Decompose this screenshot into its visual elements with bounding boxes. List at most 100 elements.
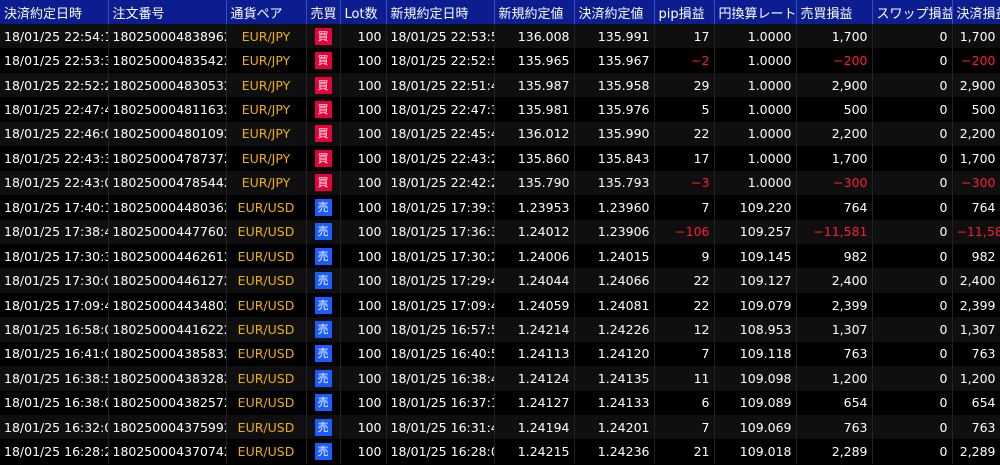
cell-settle: 1,700 [952, 146, 1000, 171]
cell-swap: 0 [872, 415, 953, 440]
cell-pl: 2,900 [796, 72, 873, 98]
cell-order-no: 1802500043759922 [108, 415, 227, 440]
col-pl[interactable]: 売買損益 [796, 0, 873, 24]
col-close-time[interactable]: 決済約定日時 [0, 0, 109, 24]
cell-settle: 763 [952, 341, 1000, 367]
cell-pip: 7 [654, 195, 715, 220]
col-rate[interactable]: 円換算レート [714, 0, 797, 24]
cell-close-time: 18/01/25 16:38:53 [0, 366, 109, 391]
table-row[interactable]: 18/01/25 17:38:441802500044776022EUR/USD… [0, 219, 1000, 244]
table-row[interactable]: 18/01/25 17:09:471802500044348022EUR/USD… [0, 292, 1000, 318]
cell-pair: EUR/USD [226, 195, 307, 220]
cell-side: 売 [306, 439, 341, 464]
table-row[interactable]: 18/01/25 16:32:081802500043759922EUR/USD… [0, 415, 1000, 440]
cell-lots: 100 [340, 195, 387, 220]
cell-close-time: 18/01/25 22:43:09 [0, 170, 109, 196]
cell-rate: 109.145 [714, 243, 797, 269]
cell-open-time: 18/01/25 22:45:45 [386, 121, 495, 147]
col-close-price[interactable]: 決済約定値 [574, 0, 655, 24]
cell-lots: 100 [340, 317, 387, 342]
cell-pair: EUR/USD [226, 415, 307, 440]
cell-open-time: 18/01/25 22:53:59 [386, 24, 495, 49]
table-row[interactable]: 18/01/25 16:28:241802500043707422EUR/USD… [0, 439, 1000, 464]
cell-close-time: 18/01/25 22:53:30 [0, 48, 109, 73]
buy-badge: 買 [314, 125, 332, 143]
cell-lots: 100 [340, 439, 387, 464]
table-row[interactable]: 18/01/25 22:52:271802500048305322EUR/JPY… [0, 72, 1000, 98]
table-row[interactable]: 18/01/25 17:30:391802500044626122EUR/USD… [0, 243, 1000, 269]
table-row[interactable]: 18/01/25 22:47:451802500048116322EUR/JPY… [0, 97, 1000, 122]
col-order-no[interactable]: 注文番号 [108, 0, 227, 24]
cell-pl: 763 [796, 415, 873, 440]
cell-open-price: 136.008 [494, 24, 575, 49]
col-side[interactable]: 売買 [306, 0, 341, 24]
col-swap[interactable]: スワップ損益 [872, 0, 953, 24]
cell-settle: 654 [952, 390, 1000, 415]
cell-side: 買 [306, 97, 341, 122]
cell-close-price: 1.24133 [574, 390, 655, 415]
cell-open-time: 18/01/25 22:52:52 [386, 48, 495, 73]
cell-settle: 2,399 [952, 292, 1000, 318]
cell-lots: 100 [340, 146, 387, 171]
cell-open-price: 136.012 [494, 121, 575, 147]
table-row[interactable]: 18/01/25 22:53:301802500048354222EUR/JPY… [0, 48, 1000, 73]
table-row[interactable]: 18/01/25 17:30:061802500044612722EUR/USD… [0, 268, 1000, 293]
cell-side: 買 [306, 48, 341, 73]
cell-pair: EUR/USD [226, 219, 307, 244]
cell-rate: 108.953 [714, 317, 797, 342]
col-open-time[interactable]: 新規約定日時 [386, 0, 495, 24]
table-row[interactable]: 18/01/25 16:38:531802500043832822EUR/USD… [0, 366, 1000, 391]
cell-order-no: 1802500044348022 [108, 292, 227, 318]
cell-pl: 982 [796, 243, 873, 269]
cell-settle: 2,900 [952, 72, 1000, 98]
cell-side: 売 [306, 243, 341, 269]
cell-close-price: 1.24120 [574, 341, 655, 367]
cell-order-no: 1802500048010922 [108, 121, 227, 147]
cell-side: 売 [306, 317, 341, 342]
cell-close-price: 1.24015 [574, 243, 655, 269]
header-row: 決済約定日時 注文番号 通貨ペア 売買 Lot数 新規約定日時 新規約定値 決済… [0, 0, 1000, 24]
table-row[interactable]: 18/01/25 22:46:091802500048010922EUR/JPY… [0, 121, 1000, 147]
cell-pip: 5 [654, 97, 715, 122]
col-open-price[interactable]: 新規約定値 [494, 0, 575, 24]
cell-open-time: 18/01/25 17:09:44 [386, 292, 495, 318]
col-lots[interactable]: Lot数 [340, 0, 387, 24]
cell-open-price: 1.24044 [494, 268, 575, 293]
table-row[interactable]: 18/01/25 22:43:341802500047873722EUR/JPY… [0, 146, 1000, 171]
table-row[interactable]: 18/01/25 16:41:081802500043858322EUR/USD… [0, 341, 1000, 367]
cell-close-price: 1.23906 [574, 219, 655, 244]
table-row[interactable]: 18/01/25 16:38:081802500043825722EUR/USD… [0, 390, 1000, 415]
cell-rate: 1.0000 [714, 146, 797, 171]
cell-rate: 109.127 [714, 268, 797, 293]
table-row[interactable]: 18/01/25 22:43:091802500047854422EUR/JPY… [0, 170, 1000, 196]
cell-pip: 22 [654, 121, 715, 147]
cell-settle: 1,307 [952, 317, 1000, 342]
cell-pip: 7 [654, 415, 715, 440]
cell-rate: 1.0000 [714, 170, 797, 196]
cell-close-time: 18/01/25 17:30:39 [0, 243, 109, 269]
cell-order-no: 1802500047854422 [108, 170, 227, 196]
buy-badge: 買 [314, 76, 332, 94]
cell-open-time: 18/01/25 16:38:47 [386, 366, 495, 391]
table-row[interactable]: 18/01/25 16:58:051802500044162222EUR/USD… [0, 317, 1000, 342]
sell-badge: 売 [314, 443, 332, 461]
col-pip[interactable]: pip損益 [654, 0, 715, 24]
table-row[interactable]: 18/01/25 22:54:181802500048389622EUR/JPY… [0, 24, 1000, 49]
cell-close-time: 18/01/25 22:54:18 [0, 24, 109, 49]
cell-pl: 500 [796, 97, 873, 122]
table-row[interactable]: 18/01/25 17:40:121802500044803622EUR/USD… [0, 195, 1000, 220]
sell-badge: 売 [314, 345, 332, 363]
cell-lots: 100 [340, 219, 387, 244]
col-pair[interactable]: 通貨ペア [226, 0, 307, 24]
cell-settle: −200 [952, 48, 1000, 73]
cell-pip: 11 [654, 366, 715, 391]
cell-pair: EUR/USD [226, 366, 307, 391]
cell-close-time: 18/01/25 17:09:47 [0, 292, 109, 318]
cell-swap: 0 [872, 24, 953, 49]
cell-open-price: 135.790 [494, 170, 575, 196]
cell-pl: 2,400 [796, 268, 873, 293]
sell-badge: 売 [314, 223, 332, 241]
cell-pair: EUR/JPY [226, 72, 307, 98]
col-settle[interactable]: 決済損益 [952, 0, 1000, 24]
cell-close-price: 1.23960 [574, 195, 655, 220]
